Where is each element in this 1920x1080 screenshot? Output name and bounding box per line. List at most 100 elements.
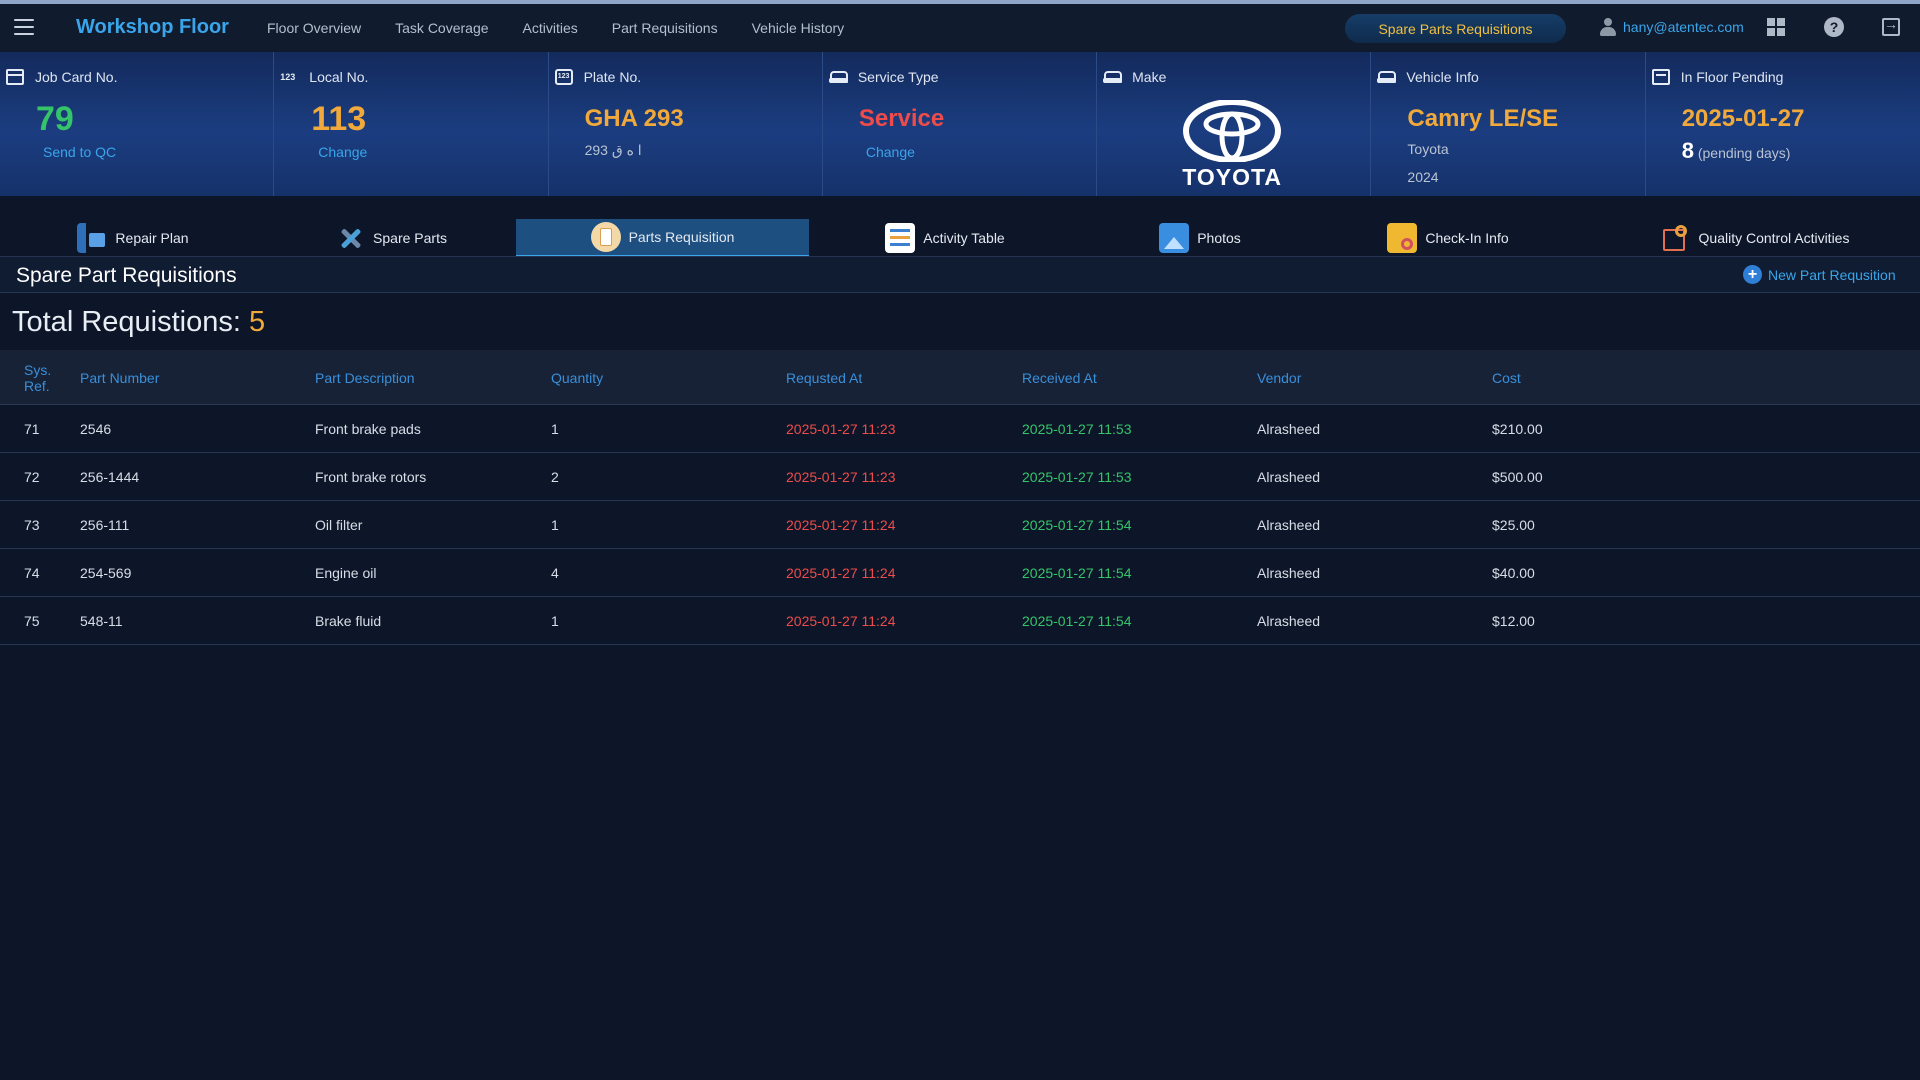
nav-link-part-requisitions[interactable]: Part Requisitions (612, 20, 718, 36)
nav-link-floor-overview[interactable]: Floor Overview (267, 20, 361, 36)
tab-label: Check-In Info (1425, 230, 1509, 246)
repair-plan-icon (77, 223, 108, 253)
cell-part-number: 256-111 (80, 516, 130, 533)
user-menu[interactable]: hany@atentec.com (1599, 17, 1744, 37)
car-icon (1103, 69, 1123, 85)
col-cost[interactable]: Cost (1492, 350, 1521, 405)
make-logo-text: TOYOTA (1182, 164, 1282, 190)
cell-vendor: Alrasheed (1257, 612, 1321, 629)
card-service-type: Service Type Service Change (822, 52, 1098, 196)
col-quantity[interactable]: Quantity (551, 350, 603, 405)
requisitions-table: Sys. Ref. Part Number Part Description Q… (0, 350, 1920, 645)
cell-description: Engine oil (315, 564, 377, 581)
nav-link-activities[interactable]: Activities (523, 20, 578, 36)
nav-link-task-coverage[interactable]: Task Coverage (395, 20, 488, 36)
tab-label: Repair Plan (115, 230, 189, 246)
pending-since-date: 2025-01-27 (1681, 105, 1805, 132)
car-service-icon (828, 69, 848, 85)
tab-parts-requisition[interactable]: Parts Requisition (516, 219, 809, 257)
cell-ref: 73 (24, 516, 40, 533)
col-vendor[interactable]: Vendor (1257, 350, 1301, 405)
dashboard-grid-icon[interactable] (1767, 18, 1785, 36)
cell-requested-at: 2025-01-27 11:23 (786, 468, 896, 485)
logout-icon[interactable] (1882, 16, 1900, 36)
cell-cost: $12.00 (1492, 612, 1535, 629)
cell-ref: 71 (24, 420, 40, 437)
cell-requested-at: 2025-01-27 11:23 (786, 420, 896, 437)
total-label: Total Requistions: (12, 306, 241, 338)
table-row[interactable]: 72 256-1444 Front brake rotors 2 2025-01… (0, 453, 1920, 501)
tab-label: Quality Control Activities (1698, 230, 1850, 246)
card-label: Vehicle Info (1406, 69, 1479, 85)
cell-part-number: 254-569 (80, 564, 132, 581)
cell-requested-at: 2025-01-27 11:24 (786, 564, 896, 581)
section-header: Spare Part Requisitions + New Part Requs… (0, 257, 1920, 293)
cell-quantity: 1 (551, 420, 559, 437)
tab-repair-plan[interactable]: Repair Plan (68, 219, 198, 257)
tab-spare-parts[interactable]: Spare Parts (326, 219, 456, 257)
tab-check-in-info[interactable]: Check-In Info (1378, 219, 1518, 257)
spare-parts-requisitions-button[interactable]: Spare Parts Requisitions (1345, 14, 1566, 43)
section-title: Spare Part Requisitions (16, 264, 237, 287)
job-tabs: Repair Plan Spare Parts Parts Requisitio… (0, 219, 1920, 257)
card-plate-no: 123 Plate No. GHA 293 293 ا ه ق (548, 52, 823, 196)
cell-description: Brake fluid (315, 612, 382, 629)
tab-quality-control[interactable]: Quality Control Activities (1648, 219, 1862, 257)
cell-description: Oil filter (315, 516, 363, 533)
send-to-qc-link[interactable]: Send to QC (43, 144, 116, 160)
plate-arabic: 293 ا ه ق (584, 142, 642, 158)
new-part-requisition-button[interactable]: + New Part Requsition (1743, 265, 1896, 284)
cell-received-at: 2025-01-27 11:53 (1022, 420, 1132, 437)
cell-cost: $210.00 (1492, 420, 1543, 437)
local-number: 113 (311, 100, 367, 138)
check-in-icon (1387, 223, 1418, 253)
calendar-icon (1651, 69, 1670, 85)
table-row[interactable]: 75 548-11 Brake fluid 1 2025-01-27 11:24… (0, 597, 1920, 645)
change-local-link[interactable]: Change (318, 144, 367, 160)
pending-days: 8 (pending days) (1682, 138, 1791, 164)
vehicle-model: Camry LE/SE (1407, 105, 1559, 132)
cell-ref: 72 (24, 468, 40, 485)
vehicle-brand: Toyota (1407, 141, 1449, 157)
cell-requested-at: 2025-01-27 11:24 (786, 612, 896, 629)
card-label: Job Card No. (35, 69, 118, 85)
table-row[interactable]: 73 256-111 Oil filter 1 2025-01-27 11:24… (0, 501, 1920, 549)
col-received-at[interactable]: Received At (1022, 350, 1097, 405)
cell-quantity: 1 (551, 612, 559, 629)
cell-part-number: 548-11 (80, 612, 123, 629)
quality-control-icon (1661, 223, 1691, 253)
change-service-link[interactable]: Change (866, 144, 915, 160)
checklist-icon (885, 223, 916, 253)
cell-quantity: 2 (551, 468, 559, 485)
cell-part-number: 2546 (80, 420, 112, 437)
help-icon[interactable]: ? (1824, 17, 1844, 37)
nav-link-vehicle-history[interactable]: Vehicle History (752, 20, 845, 36)
cell-description: Front brake pads (315, 420, 421, 437)
col-sys-ref[interactable]: Sys. Ref. (24, 350, 64, 405)
cell-cost: $40.00 (1492, 564, 1535, 581)
user-email: hany@atentec.com (1623, 19, 1744, 35)
table-header: Sys. Ref. Part Number Part Description Q… (0, 350, 1920, 405)
tab-photos[interactable]: Photos (1150, 219, 1250, 257)
cell-quantity: 4 (551, 564, 559, 581)
col-requested-at[interactable]: Requsted At (786, 350, 862, 405)
cell-vendor: Alrasheed (1257, 516, 1321, 533)
col-part-number[interactable]: Part Number (80, 350, 159, 405)
cell-quantity: 1 (551, 516, 559, 533)
user-icon (1599, 17, 1617, 37)
table-row[interactable]: 74 254-569 Engine oil 4 2025-01-27 11:24… (0, 549, 1920, 597)
col-part-description[interactable]: Part Description (315, 350, 415, 405)
cell-cost: $25.00 (1492, 516, 1535, 533)
job-card-number: 79 (36, 100, 74, 138)
card-label: Service Type (857, 69, 939, 85)
tab-activity-table[interactable]: Activity Table (880, 219, 1010, 257)
card-local-no: 123 Local No. 113 Change (274, 52, 549, 196)
card-job-card: Job Card No. 79 Send to QC (0, 52, 275, 196)
toyota-logo-icon (1183, 100, 1282, 162)
app-brand[interactable]: Workshop Floor (76, 16, 229, 39)
hamburger-menu-icon[interactable] (14, 19, 34, 35)
plate-icon: 123 (554, 69, 573, 85)
table-row[interactable]: 71 2546 Front brake pads 1 2025-01-27 11… (0, 405, 1920, 453)
cell-vendor: Alrasheed (1257, 420, 1321, 437)
card-label: In Floor Pending (1680, 69, 1784, 85)
